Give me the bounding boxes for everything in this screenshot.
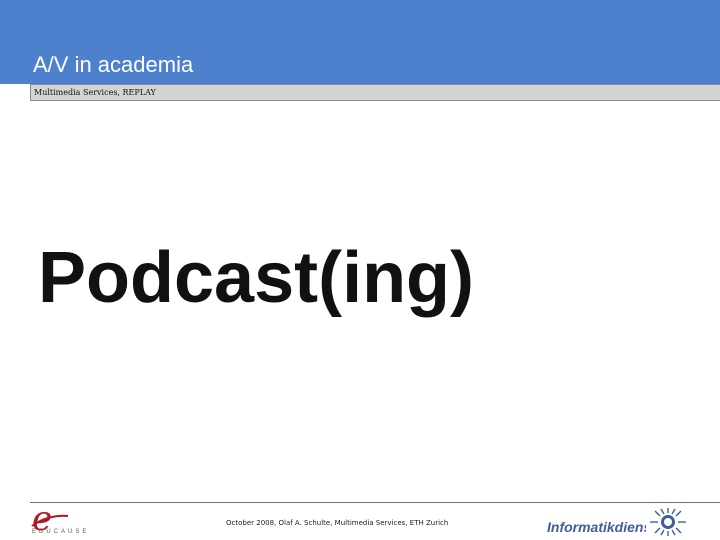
footer-text: October 2008, Olaf A. Schulte, Multimedi… [226,519,449,527]
header-title: A/V in academia [33,52,194,77]
eth-sun-logo-icon [646,507,690,537]
slide-header: A/V in academia [0,0,720,84]
educause-logo-text: EDUCAUSE [32,529,90,535]
subtitle-bar: Multimedia Services, REPLAY [30,84,720,101]
subtitle-text: Multimedia Services, REPLAY [34,88,156,97]
footer-divider [30,502,720,503]
slide-title: Podcast(ing) [38,238,475,318]
